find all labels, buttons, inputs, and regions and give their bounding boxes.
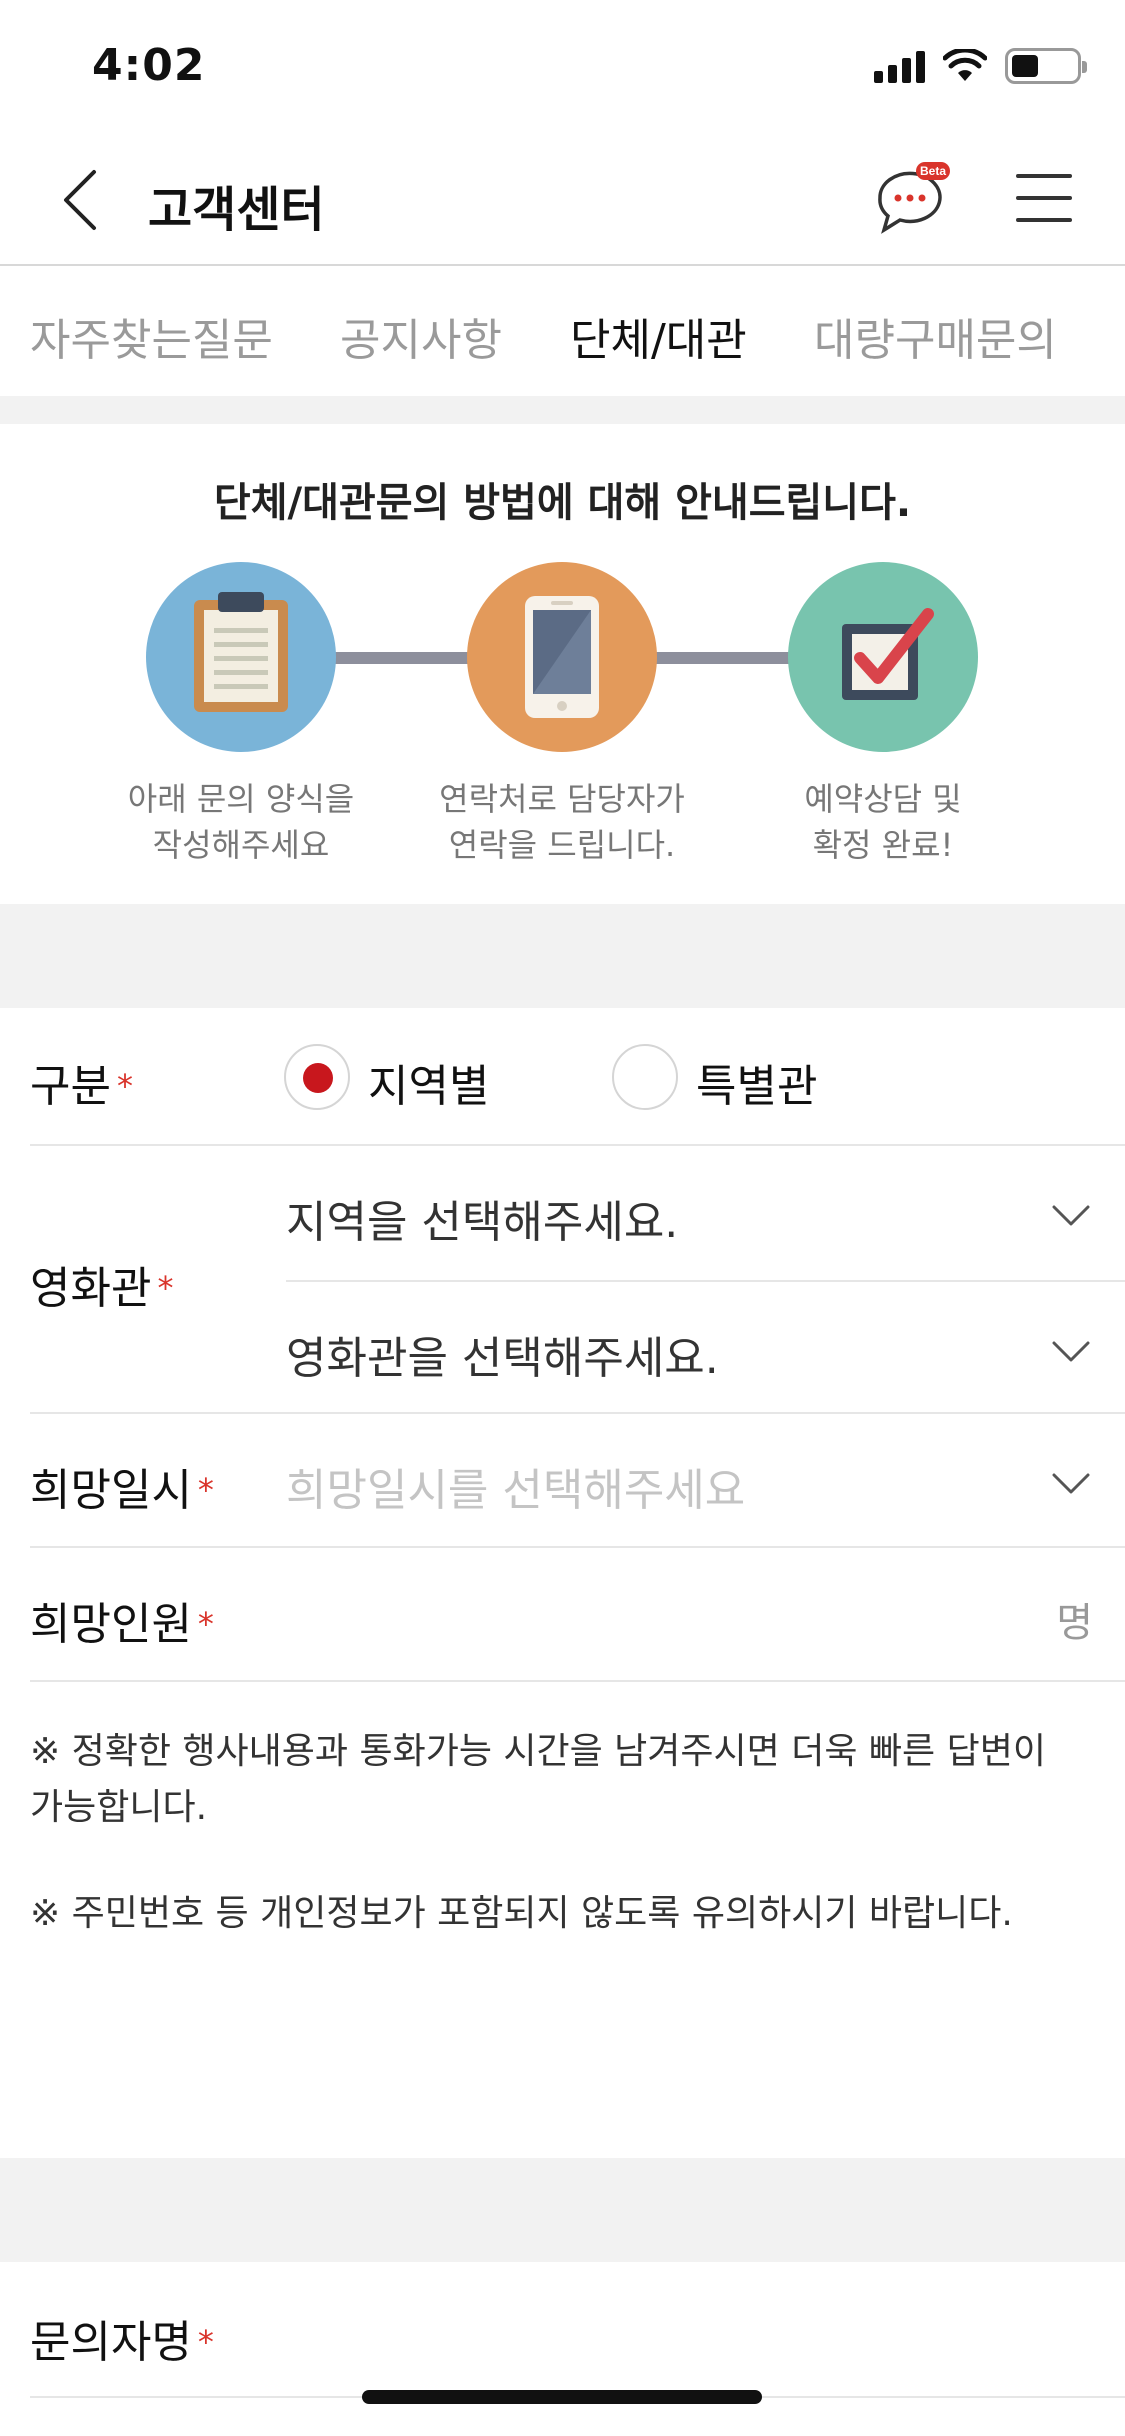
step-3-label: 예약상담 및 확정 완료! [804,780,962,864]
status-icons [874,48,1087,84]
headcount-label: 희망인원 * [30,1599,214,1650]
category-row: 구분 * 지역별 특별관 [0,1008,1125,1146]
home-indicator [362,2390,762,2404]
step-2-circle [467,562,657,752]
headcount-row[interactable]: 희망인원 * 명 [0,1548,1125,1682]
region-select[interactable]: 지역을 선택해주세요. [286,1146,1125,1280]
theater-select-text: 영화관을 선택해주세요. [286,1333,719,1384]
category-label: 구분 * [30,1061,133,1112]
headcount-unit: 명 [1056,1600,1093,1646]
tab-faq[interactable]: 자주찾는질문 [30,304,273,368]
step-1-circle [146,562,336,752]
step-1-label: 아래 문의 양식을 작성해주세요 [127,780,355,864]
theater-row: 영화관 * 지역을 선택해주세요. 영화관을 선택해주세요. [0,1146,1125,1414]
chatbot-icon[interactable]: Beta [870,158,950,234]
chevron-down-icon [1052,1341,1090,1362]
tab-group-rental[interactable]: 단체/대관 [570,304,747,368]
radio-region-label[interactable]: 지역별 [368,1050,489,1114]
tab-bar: 자주찾는질문 공지사항 단체/대관 대량구매문의 [0,268,1125,396]
wifi-icon [943,49,987,81]
tab-notice[interactable]: 공지사항 [340,304,502,368]
clipboard-icon [194,592,288,712]
tab-bulk-purchase[interactable]: 대량구매문의 [814,304,1057,368]
name-label: 문의자명 * [30,2317,214,2368]
date-select-placeholder[interactable]: 희망일시를 선택해주세요 [286,1454,745,1518]
beta-badge: Beta [920,164,946,178]
battery-icon [1005,48,1087,84]
menu-icon[interactable] [1016,174,1072,222]
guide-title: 단체/대관문의 방법에 대해 안내드립니다. [213,480,912,526]
checkbox-icon [842,608,934,700]
notice-contact-info: ※ 정확한 행사내용과 통화가능 시간을 남겨주시면 더욱 빠른 답변이 가능합… [30,1731,1046,1828]
phone-icon [525,596,599,718]
name-row[interactable]: 문의자명 * [0,2262,1125,2398]
status-bar: 4:02 [0,0,1125,130]
status-time: 4:02 [92,40,206,91]
radio-special-hall-label[interactable]: 특별관 [696,1050,817,1114]
guide-section: 단체/대관문의 방법에 대해 안내드립니다. 아래 문의 양식을 작성해주세요 … [0,424,1125,904]
section-divider [0,904,1125,1008]
date-row[interactable]: 희망일시 * 희망일시를 선택해주세요 [0,1414,1125,1548]
back-chevron-icon[interactable] [50,160,120,240]
chevron-down-icon [1052,1473,1090,1494]
page-title: 고객센터 [148,182,325,238]
section-divider [0,396,1125,424]
radio-special-hall[interactable] [612,1044,678,1110]
chevron-down-icon [1052,1205,1090,1226]
notice-privacy: ※ 주민번호 등 개인정보가 포함되지 않도록 유의하시기 바랍니다. [30,1893,1013,1934]
header: 고객센터 Beta [0,130,1125,266]
region-select-text: 지역을 선택해주세요. [286,1197,679,1248]
radio-region[interactable] [284,1044,350,1110]
date-label: 희망일시 * [30,1465,214,1516]
theater-select[interactable]: 영화관을 선택해주세요. [286,1282,1125,1414]
step-2-label: 연락처로 담당자가 연락을 드립니다. [439,780,685,864]
cellular-signal-icon [874,49,925,83]
step-3-circle [788,562,978,752]
section-divider [0,2158,1125,2262]
theater-label: 영화관 * [30,1263,174,1314]
